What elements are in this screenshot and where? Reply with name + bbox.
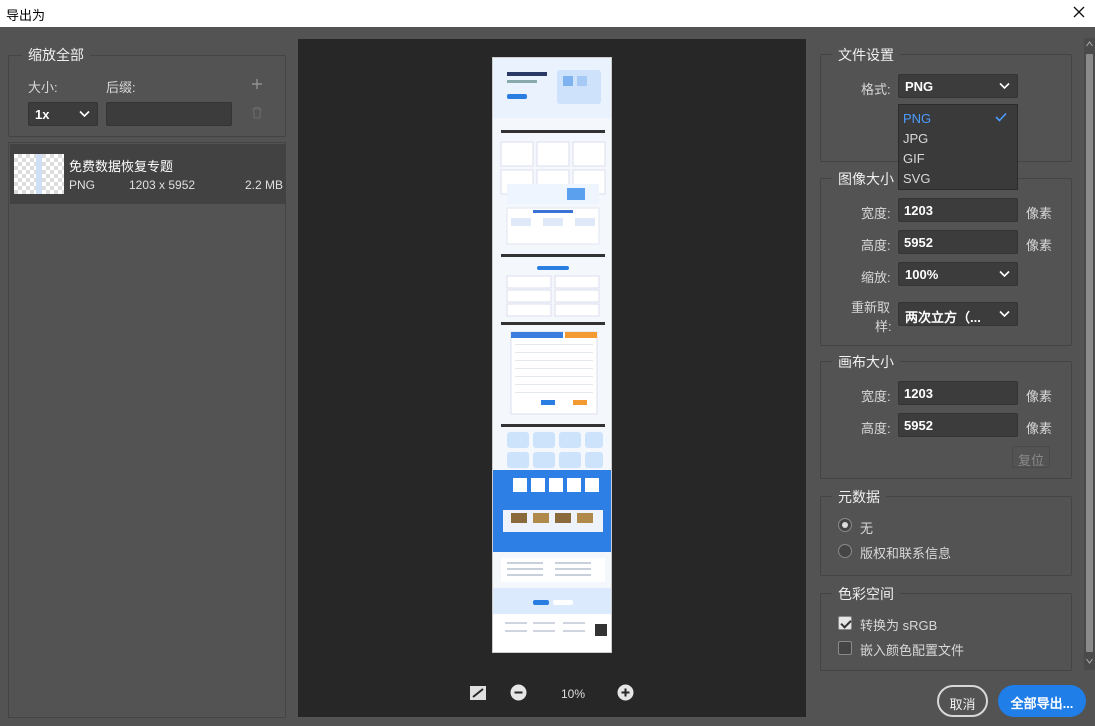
canvas-width-label: 宽度:	[861, 389, 891, 404]
scrollbar-thumb[interactable]	[1086, 54, 1093, 652]
scale-select-value: 100%	[905, 267, 939, 282]
asset-name: 免费数据恢复专题	[69, 159, 174, 174]
convert-srgb-checkbox[interactable]	[838, 616, 852, 630]
metadata-group	[820, 496, 1072, 576]
image-width-unit: 像素	[1026, 206, 1053, 221]
metadata-none-label: 无	[860, 521, 874, 536]
preview-image	[492, 57, 612, 653]
suffix-input[interactable]	[106, 102, 232, 126]
format-select[interactable]: PNG	[898, 74, 1018, 98]
add-icon[interactable]	[251, 78, 263, 90]
scale-all-legend: 缩放全部	[22, 45, 90, 65]
image-size-legend: 图像大小	[832, 169, 900, 189]
canvas-height-input[interactable]: 5952	[898, 413, 1018, 437]
format-select-value: PNG	[905, 79, 934, 94]
resample-label-line1: 重新取	[851, 300, 891, 315]
image-height-input[interactable]: 5952	[898, 230, 1018, 254]
format-option-png[interactable]: PNG	[903, 111, 931, 126]
size-label: 大小:	[28, 80, 58, 95]
embed-profile-checkbox[interactable]	[838, 641, 852, 655]
asset-thumbnail	[14, 154, 64, 194]
canvas-size-legend: 画布大小	[832, 352, 900, 372]
close-icon[interactable]	[1070, 3, 1088, 21]
window-title: 导出为	[6, 8, 46, 23]
format-option-gif[interactable]: GIF	[903, 151, 925, 166]
asset-list: 免费数据恢复专题 PNG 1203 x 5952 2.2 MB	[8, 142, 286, 718]
asset-filesize: 2.2 MB	[245, 178, 284, 192]
size-select[interactable]: 1x	[28, 102, 98, 126]
color-space-group	[820, 593, 1072, 671]
image-width-label: 宽度:	[861, 206, 891, 221]
format-option-jpg[interactable]: JPG	[903, 131, 928, 146]
image-width-input[interactable]: 1203	[898, 198, 1018, 222]
scroll-up-icon[interactable]	[1086, 41, 1093, 47]
file-settings-legend: 文件设置	[832, 45, 900, 65]
scale-select[interactable]: 100%	[898, 262, 1018, 286]
canvas-height-label: 高度:	[861, 421, 891, 436]
chevron-down-icon	[79, 110, 90, 118]
chevron-down-icon	[999, 310, 1010, 318]
format-dropdown-menu: PNG JPG GIF SVG	[898, 104, 1018, 190]
export-all-button[interactable]: 全部导出...	[998, 685, 1086, 717]
resample-select-value: 两次立方（...	[905, 310, 981, 325]
reset-button[interactable]: 复位	[1012, 446, 1050, 468]
zoom-out-icon[interactable]	[510, 684, 527, 701]
canvas-width-input[interactable]: 1203	[898, 381, 1018, 405]
canvas-width-unit: 像素	[1026, 389, 1053, 404]
canvas-height-unit: 像素	[1026, 421, 1053, 436]
title-bar: 导出为	[0, 0, 1095, 27]
asset-format: PNG	[69, 178, 96, 192]
suffix-label: 后缀:	[106, 80, 136, 95]
metadata-copyright-radio[interactable]	[838, 544, 852, 558]
list-item[interactable]: 免费数据恢复专题 PNG 1203 x 5952 2.2 MB	[10, 144, 286, 204]
asset-dimensions: 1203 x 5952	[129, 178, 196, 192]
image-height-unit: 像素	[1026, 238, 1053, 253]
format-option-svg[interactable]: SVG	[903, 171, 930, 186]
fit-view-icon[interactable]	[469, 685, 487, 701]
convert-srgb-label: 转换为 sRGB	[860, 618, 938, 633]
embed-profile-label: 嵌入颜色配置文件	[860, 643, 965, 658]
preview-page-graphic	[493, 58, 611, 652]
image-height-label: 高度:	[861, 238, 891, 253]
checkmark-icon	[995, 112, 1007, 122]
format-label: 格式:	[861, 82, 891, 97]
zoom-bar: 10%	[298, 681, 806, 705]
chevron-down-icon	[999, 270, 1010, 278]
zoom-level: 10%	[561, 687, 586, 701]
scroll-down-icon[interactable]	[1086, 658, 1093, 664]
color-space-legend: 色彩空间	[832, 584, 900, 604]
metadata-copyright-label: 版权和联系信息	[860, 546, 952, 561]
settings-scrollbar[interactable]	[1084, 38, 1095, 670]
preview-area: 10%	[298, 39, 806, 717]
resample-label-line2: 样:	[875, 319, 892, 334]
cancel-button[interactable]: 取消	[937, 685, 988, 717]
size-select-value: 1x	[35, 107, 50, 122]
metadata-none-radio[interactable]	[838, 518, 852, 532]
resample-select[interactable]: 两次立方（...	[898, 302, 1018, 326]
zoom-in-icon[interactable]	[617, 684, 634, 701]
trash-icon[interactable]	[251, 106, 263, 119]
metadata-legend: 元数据	[832, 487, 886, 507]
chevron-down-icon	[999, 82, 1010, 90]
scale-label: 缩放:	[861, 270, 891, 285]
